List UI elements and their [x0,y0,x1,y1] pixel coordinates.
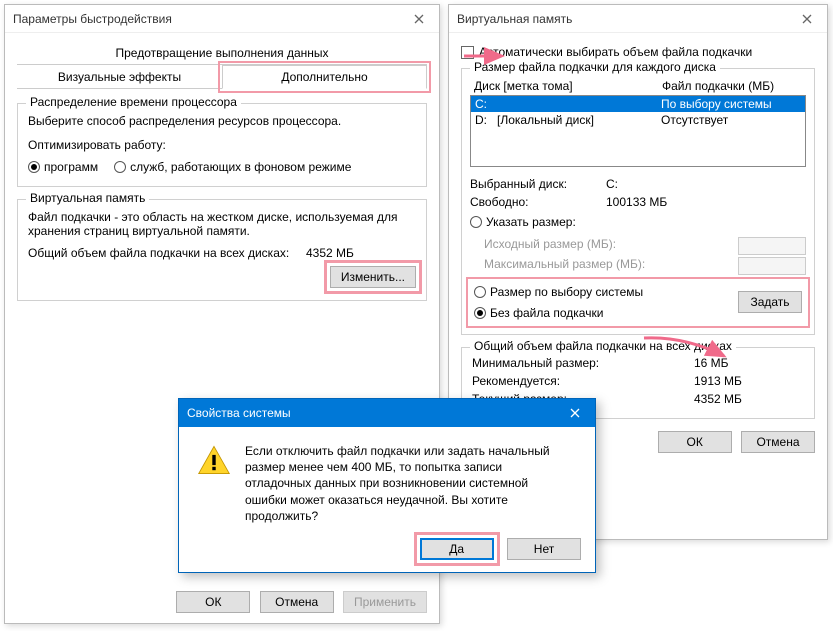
set-button[interactable]: Задать [738,291,802,313]
disk-row-page: По выбору системы [661,97,801,111]
disk-row-drv: D: [475,113,497,127]
vm-total-value: 4352 МБ [306,246,416,260]
perf-footer-buttons: ОК Отмена Применить [176,591,427,613]
col-page: Файл подкачки (МБ) [662,79,802,93]
rec-label: Рекомендуется: [472,374,694,388]
confirm-dialog: Свойства системы Если отключить файл под… [178,398,596,573]
disk-row-c[interactable]: C: По выбору системы [471,96,805,112]
radio-dot-icon [474,307,486,319]
checkbox-icon [461,46,474,59]
radio-dot-icon [470,216,482,228]
init-size-input[interactable] [738,237,806,255]
free-value: 100133 МБ [606,195,806,209]
cpu-group: Распределение времени процессора Выберит… [17,103,427,187]
disk-row-page: Отсутствует [661,113,801,127]
disk-row-label [497,97,661,111]
no-button[interactable]: Нет [507,538,581,560]
tab-advanced[interactable]: Дополнительно [222,65,427,89]
rec-value: 1913 МБ [694,374,804,388]
radio-dot-icon [28,161,40,173]
radio-system-size[interactable]: Размер по выбору системы [474,285,643,299]
vm-total-row: Общий объем файла подкачки на всех диска… [28,246,416,260]
size-group: Размер файла подкачки для каждого диска … [461,68,815,335]
auto-checkbox-label: Автоматически выбирать объем файла подка… [479,45,752,59]
radio-custom-size[interactable]: Указать размер: [470,215,576,229]
radio-dot-icon [114,161,126,173]
radio-no-pagefile[interactable]: Без файла подкачки [474,306,603,320]
tab-visual-effects[interactable]: Визуальные эффекты [17,65,222,89]
cpu-radio-row: программ служб, работающих в фоновом реж… [28,160,416,174]
sel-drive-value: C: [606,177,806,191]
radio-dot-icon [474,286,486,298]
perf-title: Параметры быстродействия [13,12,407,26]
apply-button[interactable]: Применить [343,591,427,613]
vm-desc: Файл подкачки - это область на жестком д… [28,210,416,238]
cancel-button[interactable]: Отмена [260,591,334,613]
vm-total-label: Общий объем файла подкачки на всех диска… [28,246,306,260]
dlg-button-row: Да Нет [179,538,595,572]
dlg-body: Если отключить файл подкачки или задать … [179,427,595,538]
perf-titlebar: Параметры быстродействия [5,5,439,33]
close-icon[interactable] [407,9,431,29]
disk-row-d[interactable]: D: [Локальный диск] Отсутствует [471,112,805,128]
dlg-message: Если отключить файл подкачки или задать … [245,443,565,524]
radio-system-size-label: Размер по выбору системы [490,285,643,299]
disk-row-label: [Локальный диск] [497,113,661,127]
max-size-input[interactable] [738,257,806,275]
disk-row-drv: C: [475,97,497,111]
min-label: Минимальный размер: [472,356,694,370]
min-value: 16 МБ [694,356,804,370]
size-group-title: Размер файла подкачки для каждого диска [470,60,720,74]
radio-services[interactable]: служб, работающих в фоновом режиме [114,160,351,174]
auto-checkbox[interactable]: Автоматически выбирать объем файла подка… [461,45,752,59]
dlg-titlebar: Свойства системы [179,399,595,427]
vm-change-row: Изменить... [28,266,416,288]
perf-tabs-bottom: Визуальные эффекты Дополнительно [17,65,427,89]
vmem-title: Виртуальная память [457,12,795,26]
perf-body: Предотвращение выполнения данных Визуаль… [5,33,439,323]
disk-list[interactable]: C: По выбору системы D: [Локальный диск]… [470,95,806,167]
radio-programs-label: программ [44,160,98,174]
tab-prevention[interactable]: Предотвращение выполнения данных [17,41,427,65]
disk-list-header: Диск [метка тома] Файл подкачки (МБ) [470,77,806,95]
cur-value: 4352 МБ [694,392,804,406]
free-label: Свободно: [470,195,606,209]
radio-programs[interactable]: программ [28,160,98,174]
yes-button[interactable]: Да [420,538,494,560]
warning-icon [197,443,231,480]
ok-button[interactable]: ОК [658,431,732,453]
totals-group-title: Общий объем файла подкачки на всех диска… [470,339,736,353]
cancel-button[interactable]: Отмена [741,431,815,453]
custom-size-block: Указать размер: Исходный размер (МБ): Ма… [470,215,806,275]
perf-tabs-top: Предотвращение выполнения данных [17,41,427,65]
vmem-titlebar: Виртуальная память [449,5,827,33]
ok-button[interactable]: ОК [176,591,250,613]
selected-drive-info: Выбранный диск:C: Свободно:100133 МБ [470,177,806,209]
radio-custom-size-label: Указать размер: [486,215,576,229]
highlighted-options-row: Размер по выбору системы Без файла подка… [470,281,806,324]
radio-no-pagefile-label: Без файла подкачки [490,306,603,320]
sel-drive-label: Выбранный диск: [470,177,606,191]
init-size-label: Исходный размер (МБ): [484,237,738,255]
radio-services-label: служб, работающих в фоновом режиме [130,160,351,174]
vm-group-title: Виртуальная память [26,191,149,205]
cpu-optimize-label: Оптимизировать работу: [28,138,416,152]
max-size-label: Максимальный размер (МБ): [484,257,738,275]
close-icon[interactable] [563,403,587,423]
change-button[interactable]: Изменить... [330,266,416,288]
vm-group: Виртуальная память Файл подкачки - это о… [17,199,427,301]
cpu-group-title: Распределение времени процессора [26,95,241,109]
close-icon[interactable] [795,9,819,29]
col-disk: Диск [метка тома] [474,79,662,93]
cpu-desc: Выберите способ распределения ресурсов п… [28,114,416,128]
dlg-title: Свойства системы [187,406,563,420]
